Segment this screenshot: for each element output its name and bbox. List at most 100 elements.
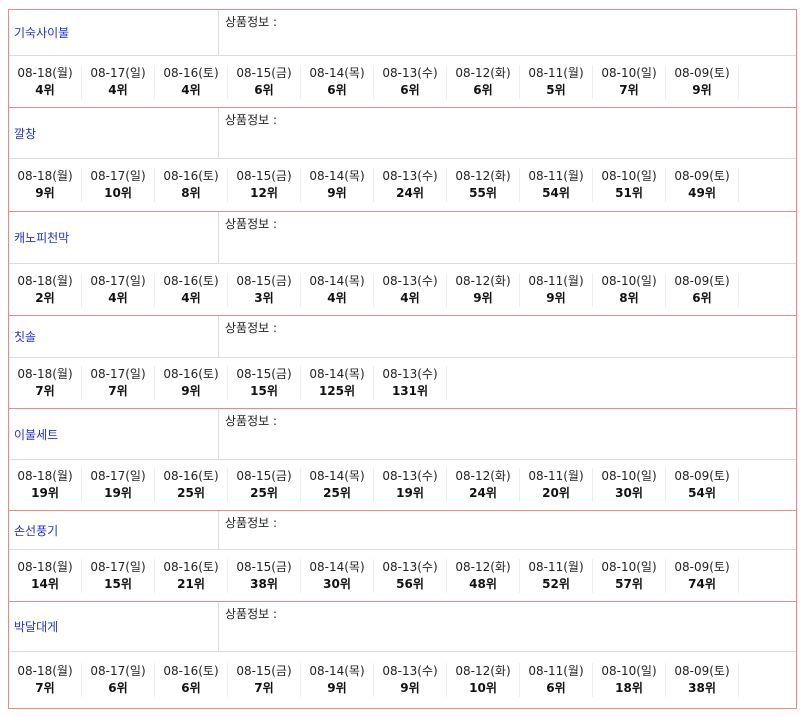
rank-cell: 08-13(수) 19위	[374, 468, 447, 502]
rank-date: 08-12(화)	[455, 169, 511, 183]
rank-value: 15위	[104, 576, 132, 591]
rank-date: 08-16(토)	[163, 664, 219, 678]
rank-value: 4위	[108, 290, 128, 305]
rank-date: 08-15(금)	[236, 469, 292, 483]
rank-cell: 08-14(목) 125위	[301, 366, 374, 400]
rank-date: 08-17(일)	[90, 367, 146, 381]
rank-date: 08-11(월)	[528, 559, 584, 574]
rank-value: 21위	[177, 576, 205, 591]
product-info-label: 상품정보 :	[225, 516, 278, 530]
rank-cell: 08-17(일) 4위	[82, 272, 155, 307]
rank-date: 08-14(목)	[309, 559, 365, 574]
rank-value: 74위	[688, 576, 716, 591]
product-info-label: 상품정보 :	[225, 113, 278, 127]
rank-date: 08-18(월)	[17, 664, 73, 678]
rank-value: 7위	[254, 681, 274, 695]
rank-value: 6위	[692, 290, 712, 305]
rank-cell: 08-11(월) 20위	[520, 468, 593, 502]
rank-date: 08-11(월)	[528, 169, 584, 183]
keyword-header: 기숙사이불 상품정보 :	[9, 10, 796, 56]
keyword-link[interactable]: 이불세트	[9, 409, 219, 459]
product-info-label: 상품정보 :	[225, 15, 278, 29]
rank-value: 30위	[615, 486, 643, 500]
rank-cell: 08-14(목) 9위	[301, 168, 374, 202]
rank-value: 8위	[619, 290, 639, 305]
rank-date: 08-14(목)	[309, 65, 365, 80]
keyword-block: 박달대게 상품정보 : 08-18(월) 7위 08-17(일) 6위 08-16(토) 6위…	[8, 601, 797, 709]
rank-date: 08-15(금)	[236, 559, 292, 574]
rank-date: 08-10(일)	[601, 559, 657, 574]
rank-cell: 08-10(일) 8위	[593, 272, 666, 307]
rank-cell: 08-12(화) 55위	[447, 168, 520, 202]
rank-date: 08-13(수)	[382, 65, 438, 80]
rank-date: 08-13(수)	[382, 169, 438, 183]
keyword-link[interactable]: 캐노피천막	[9, 212, 219, 263]
rank-date: 08-14(목)	[309, 273, 365, 288]
rank-value: 4위	[35, 82, 55, 97]
rank-date: 08-11(월)	[528, 664, 584, 678]
rank-date: 08-14(목)	[309, 367, 365, 381]
rank-value: 4위	[327, 290, 347, 305]
rank-value: 20위	[542, 486, 570, 500]
rank-value: 9위	[327, 186, 347, 200]
rank-date: 08-09(토)	[674, 559, 730, 574]
rank-value: 14위	[31, 576, 59, 591]
rank-cell: 08-17(일) 10위	[82, 168, 155, 202]
rank-value: 5위	[546, 82, 566, 97]
rank-history-row: 08-18(월) 7위 08-17(일) 6위 08-16(토) 6위 08-15(금) 7위…	[9, 652, 796, 708]
rank-cell: 08-18(월) 2위	[9, 272, 82, 307]
keyword-link[interactable]: 손선풍기	[9, 511, 219, 549]
keyword-header: 캐노피천막 상품정보 :	[9, 212, 796, 264]
keyword-link[interactable]: 칫솔	[9, 316, 219, 357]
rank-cell: 08-14(목) 30위	[301, 558, 374, 593]
rank-value: 30위	[323, 576, 351, 591]
keyword-link[interactable]: 깔창	[9, 108, 219, 158]
rank-cell: 08-11(월) 9위	[520, 272, 593, 307]
rank-value: 3위	[254, 290, 274, 305]
rank-cell: 08-15(금) 3위	[228, 272, 301, 307]
keyword-header: 박달대게 상품정보 :	[9, 602, 796, 652]
rank-cell: 08-17(일) 7위	[82, 366, 155, 400]
rank-date: 08-15(금)	[236, 367, 292, 381]
keyword-header: 손선풍기 상품정보 :	[9, 511, 796, 550]
rank-history-row: 08-18(월) 9위 08-17(일) 10위 08-16(토) 8위 08-15(금) 1…	[9, 159, 796, 211]
rank-cell: 08-15(금) 6위	[228, 64, 301, 99]
rank-date: 08-17(일)	[90, 65, 146, 80]
rank-cell: 08-18(월) 7위	[9, 366, 82, 400]
rank-value: 6위	[327, 82, 347, 97]
rank-date: 08-09(토)	[674, 273, 730, 288]
rank-value: 12위	[250, 186, 278, 200]
rank-value: 49위	[688, 186, 716, 200]
rank-cell: 08-15(금) 15위	[228, 366, 301, 400]
rank-value: 6위	[108, 681, 128, 695]
rank-value: 57위	[615, 576, 643, 591]
rank-value: 56위	[396, 576, 424, 591]
rank-date: 08-12(화)	[455, 273, 511, 288]
rank-cell: 08-17(일) 6위	[82, 663, 155, 697]
rank-cell: 08-13(수) 9위	[374, 663, 447, 697]
rank-cell: 08-17(일) 4위	[82, 64, 155, 99]
rank-history-row: 08-18(월) 19위 08-17(일) 19위 08-16(토) 25위 08-15(금…	[9, 460, 796, 510]
rank-cell: 08-14(목) 25위	[301, 468, 374, 502]
rank-date: 08-12(화)	[455, 65, 511, 80]
rank-date: 08-17(일)	[90, 169, 146, 183]
rank-value: 6위	[181, 681, 201, 695]
rank-value: 4위	[181, 82, 201, 97]
rank-value: 24위	[396, 186, 424, 200]
rank-cell: 08-12(화) 10위	[447, 663, 520, 697]
rank-date: 08-14(목)	[309, 469, 365, 483]
keyword-link[interactable]: 박달대게	[9, 602, 219, 651]
rank-value: 48위	[469, 576, 497, 591]
rank-date: 08-12(화)	[455, 469, 511, 483]
rank-date: 08-16(토)	[163, 367, 219, 381]
rank-value: 131위	[391, 384, 429, 398]
keyword-link[interactable]: 기숙사이불	[9, 10, 219, 55]
rank-cell: 08-15(금) 7위	[228, 663, 301, 697]
rank-cell: 08-09(토) 9위	[666, 64, 739, 99]
rank-date: 08-17(일)	[90, 469, 146, 483]
rank-cell: 08-16(토) 4위	[155, 64, 228, 99]
rank-value: 9위	[400, 681, 420, 695]
keyword-header: 칫솔 상품정보 :	[9, 316, 796, 358]
rank-date: 08-15(금)	[236, 664, 292, 678]
rank-cell: 08-09(토) 54위	[666, 468, 739, 502]
